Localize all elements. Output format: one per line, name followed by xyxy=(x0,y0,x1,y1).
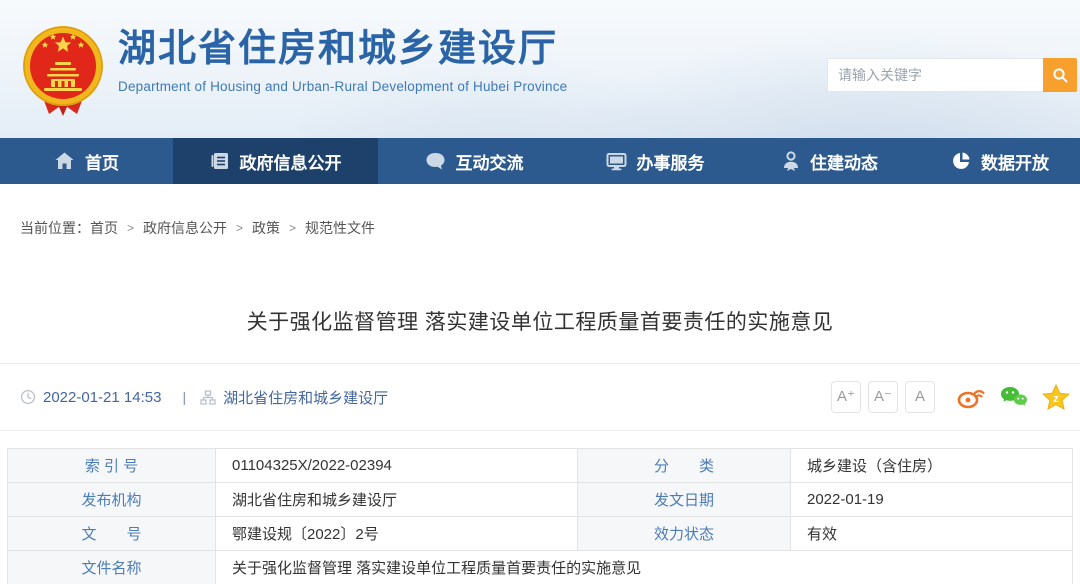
breadcrumb-separator: > xyxy=(127,221,134,235)
monitor-icon xyxy=(606,152,627,171)
category-label: 分 类 xyxy=(578,449,791,483)
nav-item-gov-info[interactable]: 政府信息公开 xyxy=(173,138,378,184)
nav-item-services[interactable]: 办事服务 xyxy=(570,138,740,184)
qzone-star-icon: z xyxy=(1042,384,1070,410)
breadcrumb-item-policy[interactable]: 政策 xyxy=(252,218,280,238)
nav-item-label: 政府信息公开 xyxy=(240,149,342,174)
home-icon xyxy=(54,151,75,171)
nav-item-home[interactable]: 首页 xyxy=(0,138,173,184)
document-meta-table: 索 引 号 01104325X/2022-02394 分 类 城乡建设（含住房）… xyxy=(7,448,1073,584)
site-header: 湖北省住房和城乡建设厅 Department of Housing and Ur… xyxy=(0,0,1080,138)
document-number-value: 鄂建设规〔2022〕2号 xyxy=(216,517,578,551)
clock-icon xyxy=(20,389,36,405)
breadcrumb-separator: > xyxy=(289,221,296,235)
breadcrumb-separator: > xyxy=(236,221,243,235)
issuing-agency-value: 湖北省住房和城乡建设厅 xyxy=(216,483,578,517)
sitemap-icon xyxy=(200,390,216,405)
category-value: 城乡建设（含住房） xyxy=(791,449,1073,483)
table-row: 发布机构 湖北省住房和城乡建设厅 发文日期 2022-01-19 xyxy=(8,483,1073,517)
search-button[interactable] xyxy=(1043,58,1077,92)
breadcrumb: 当前位置： 首页 > 政府信息公开 > 政策 > 规范性文件 xyxy=(20,218,1080,238)
article-meta-right: A⁺ A⁻ A xyxy=(824,381,1070,413)
main-nav: 首页 政府信息公开 互动交流 xyxy=(0,138,1080,184)
nav-item-news[interactable]: 住建动态 xyxy=(740,138,920,184)
article-source: 湖北省住房和城乡建设厅 xyxy=(223,387,388,408)
nav-item-label: 首页 xyxy=(85,149,119,174)
meta-divider: | xyxy=(182,389,186,405)
document-icon xyxy=(210,151,230,171)
document-title-label: 文件名称 xyxy=(8,551,216,584)
document-title-value: 关于强化监督管理 落实建设单位工程质量首要责任的实施意见 xyxy=(216,551,1073,584)
nav-item-open-data[interactable]: 数据开放 xyxy=(920,138,1080,184)
person-icon xyxy=(782,151,800,171)
issuing-agency-label: 发布机构 xyxy=(8,483,216,517)
table-row: 索 引 号 01104325X/2022-02394 分 类 城乡建设（含住房） xyxy=(8,449,1073,483)
article-title: 关于强化监督管理 落实建设单位工程质量首要责任的实施意见 xyxy=(0,306,1080,334)
share-qzone-button[interactable]: z xyxy=(1042,384,1070,410)
nav-item-label: 住建动态 xyxy=(810,149,878,174)
document-number-label: 文 号 xyxy=(8,517,216,551)
font-size-decrease-button[interactable]: A⁻ xyxy=(868,381,898,413)
nav-item-label: 互动交流 xyxy=(456,149,524,174)
chat-bubble-icon xyxy=(425,152,446,171)
nav-item-interaction[interactable]: 互动交流 xyxy=(378,138,570,184)
table-row: 文件名称 关于强化监督管理 落实建设单位工程质量首要责任的实施意见 xyxy=(8,551,1073,584)
site-title: 湖北省住房和城乡建设厅 xyxy=(118,28,567,72)
article-meta-left: 2022-01-21 14:53 | 湖北省住房和城乡建设厅 xyxy=(20,387,395,408)
share-weibo-button[interactable] xyxy=(957,385,986,409)
breadcrumb-prefix: 当前位置： xyxy=(20,218,90,238)
site-subtitle: Department of Housing and Urban-Rural De… xyxy=(118,79,567,94)
index-number-value: 01104325X/2022-02394 xyxy=(216,449,578,483)
font-size-reset-button[interactable]: A xyxy=(905,381,935,413)
breadcrumb-item-home[interactable]: 首页 xyxy=(90,218,118,238)
issue-date-label: 发文日期 xyxy=(578,483,791,517)
nav-item-label: 数据开放 xyxy=(981,149,1049,174)
divider-line xyxy=(0,430,1080,431)
issue-date-value: 2022-01-19 xyxy=(791,483,1073,517)
wechat-icon xyxy=(999,385,1029,409)
search-icon xyxy=(1052,67,1069,84)
national-emblem-logo xyxy=(20,24,106,118)
breadcrumb-item-normative-docs[interactable]: 规范性文件 xyxy=(305,218,375,238)
page: 湖北省住房和城乡建设厅 Department of Housing and Ur… xyxy=(0,0,1080,584)
validity-status-value: 有效 xyxy=(791,517,1073,551)
table-row: 文 号 鄂建设规〔2022〕2号 效力状态 有效 xyxy=(8,517,1073,551)
font-size-increase-button[interactable]: A⁺ xyxy=(831,381,861,413)
pie-chart-icon xyxy=(951,151,971,171)
validity-status-label: 效力状态 xyxy=(578,517,791,551)
publish-time: 2022-01-21 14:53 xyxy=(43,389,161,406)
search-box xyxy=(827,58,1077,92)
index-number-label: 索 引 号 xyxy=(8,449,216,483)
site-title-block: 湖北省住房和城乡建设厅 Department of Housing and Ur… xyxy=(118,28,567,94)
article-meta-row: 2022-01-21 14:53 | 湖北省住房和城乡建设厅 A⁺ A⁻ A xyxy=(0,364,1080,430)
share-wechat-button[interactable] xyxy=(999,385,1029,409)
nav-item-label: 办事服务 xyxy=(637,149,705,174)
search-input[interactable] xyxy=(827,58,1043,92)
breadcrumb-item-gov-info[interactable]: 政府信息公开 xyxy=(143,218,227,238)
svg-text:z: z xyxy=(1053,393,1059,405)
weibo-icon xyxy=(957,385,986,409)
share-icons: z xyxy=(957,384,1070,410)
